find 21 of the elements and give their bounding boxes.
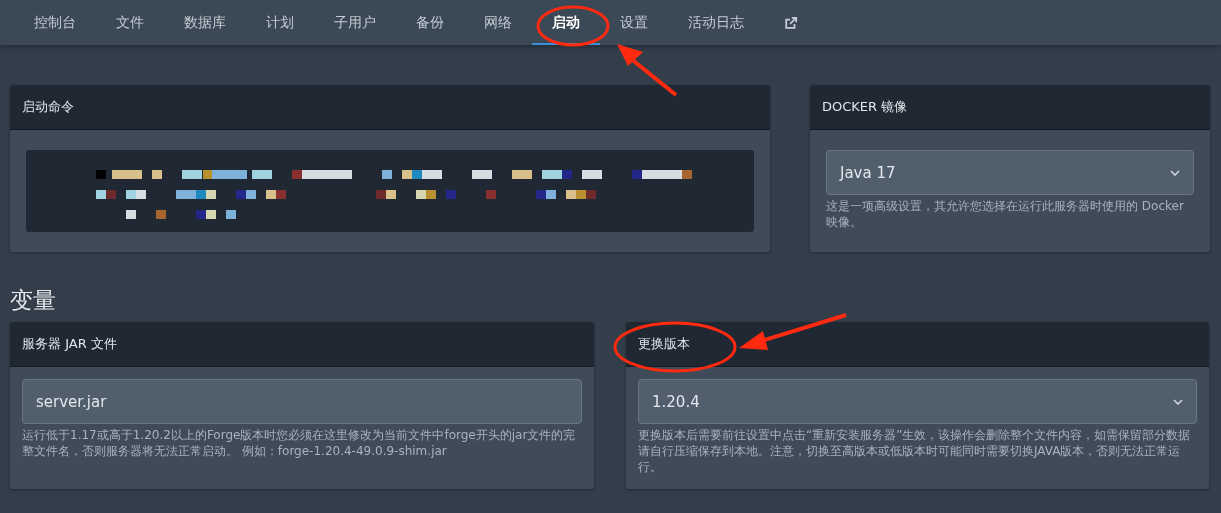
version-select[interactable]: 1.20.4 xyxy=(638,379,1197,424)
nav-tab[interactable]: 计划 xyxy=(246,0,314,45)
nav-tab[interactable]: 活动日志 xyxy=(668,0,764,45)
nav-tab[interactable]: 启动 xyxy=(532,0,600,45)
help-text: 运行低于1.17或高于1.20.2以上的Forge版本时您必须在这里修改为当前文件中forge开头的jar文件的完整文件名，否则服务器将无法正常启动。 例如：forge-1.20.4-49.0.9-shim.jar xyxy=(22,427,577,459)
help-text: 更换版本后需要前往设置中点击“重新安装服务器”生效，该操作会删除整个文件内容，如需保留部分数据请自行压缩保存到本地。注意，切换至高版本或低版本时可能同时需要切换JAVA版本，否则无法正常运行。 xyxy=(638,427,1192,475)
card-title: 更换版本 xyxy=(638,335,690,353)
section-heading: 变量 xyxy=(10,286,57,314)
nav-tab[interactable]: 控制台 xyxy=(14,0,96,45)
docker-image-select[interactable]: Java 17 xyxy=(826,150,1194,195)
input-field[interactable]: server.jar xyxy=(22,379,582,424)
nav-tab[interactable]: 数据库 xyxy=(164,0,246,45)
card-title: DOCKER 镜像 xyxy=(822,98,908,116)
nav-tab[interactable]: 文件 xyxy=(96,0,164,45)
card-title: 服务器 JAR 文件 xyxy=(22,335,117,353)
nav-tab[interactable]: 设置 xyxy=(600,0,668,45)
nav-tab[interactable]: 子用户 xyxy=(314,0,396,45)
card-title: 启动命令 xyxy=(22,98,74,116)
help-text: 这是一项高级设置，其允许您选择在运行此服务器时使用的 Docker 映像。 xyxy=(826,198,1185,230)
nav-tab[interactable]: 网络 xyxy=(464,0,532,45)
nav-tab[interactable]: 备份 xyxy=(396,0,464,45)
